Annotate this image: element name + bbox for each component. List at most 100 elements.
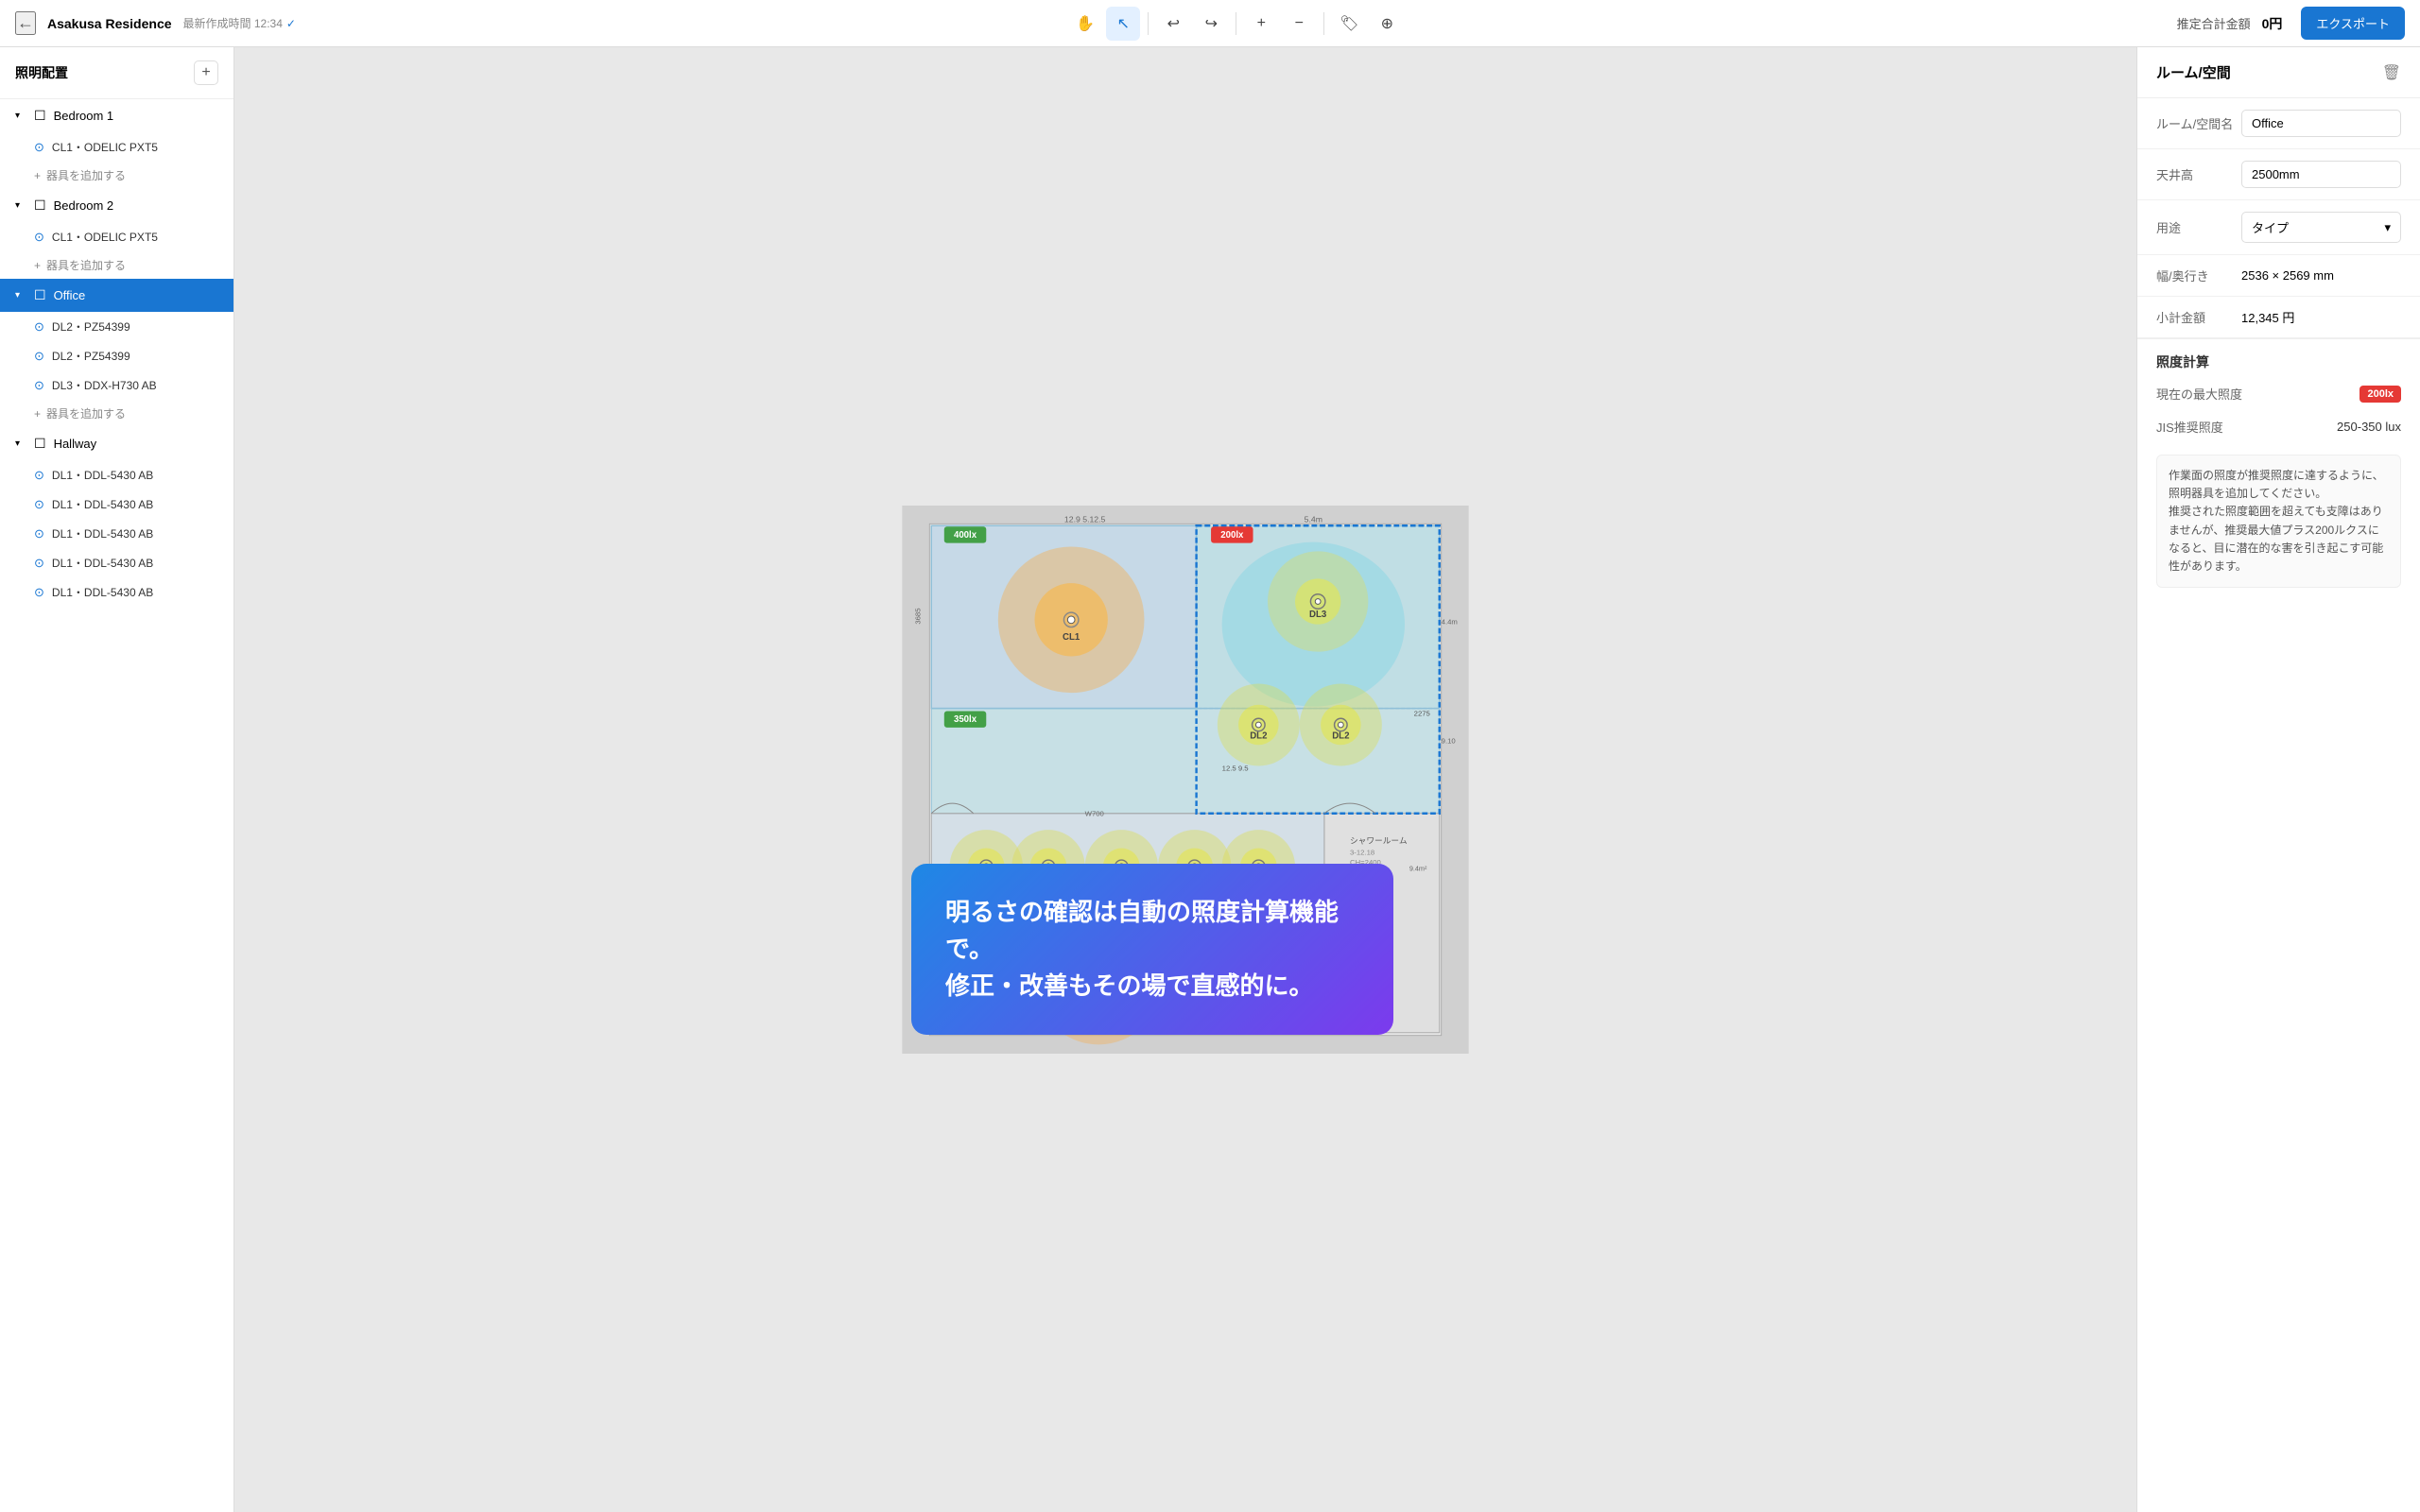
room-name-row: ルーム/空間名: [2137, 98, 2420, 149]
room-name-label: ルーム/空間名: [2156, 114, 2241, 132]
usage-label: 用途: [2156, 218, 2241, 236]
fixture-dl1-1[interactable]: ⊙ DL1・DDL-5430 AB: [0, 460, 233, 490]
fixture-cl1-bedroom1[interactable]: ⊙ CL1・ODELIC PXT5: [0, 132, 233, 162]
project-title: Asakusa Residence: [47, 16, 172, 31]
fixture-dl1-4[interactable]: ⊙ DL1・DDL-5430 AB: [0, 548, 233, 577]
sidebar-item-hallway[interactable]: ▾ ☐ Hallway: [0, 427, 233, 460]
usage-value[interactable]: タイプ ▾: [2241, 212, 2401, 243]
back-button[interactable]: ←: [15, 11, 36, 35]
fixture-dl2-1[interactable]: ⊙ DL2・PZ54399: [0, 312, 233, 341]
add-room-button[interactable]: +: [194, 60, 218, 85]
add-fixture-bedroom2[interactable]: + 器具を追加する: [0, 251, 233, 279]
zoom-in-button[interactable]: +: [1244, 7, 1278, 41]
fixture-dl3[interactable]: ⊙ DL3・DDX-H730 AB: [0, 370, 233, 400]
current-max-row: 現在の最大照度 200lx: [2137, 377, 2420, 410]
sidebar-list: ▾ ☐ Bedroom 1 ⊙ CL1・ODELIC PXT5 + 器具を追加す…: [0, 99, 233, 1512]
floorplan-container: CL1 DL3 DL2 DL2: [892, 506, 1478, 1054]
svg-text:400lx: 400lx: [954, 530, 977, 541]
target-button[interactable]: ⊕: [1370, 7, 1404, 41]
svg-text:5.4m: 5.4m: [1305, 514, 1322, 524]
cursor-tool-button[interactable]: ↖: [1106, 7, 1140, 41]
total-label: 推定合計金額: [2177, 14, 2251, 32]
right-panel-header: ルーム/空間 🗑: [2137, 47, 2420, 98]
usage-select[interactable]: タイプ ▾: [2241, 212, 2401, 243]
fixture-icon: ⊙: [34, 319, 44, 335]
banner-text: 明るさの確認は自動の照度計算機能で。修正・改善もその場で直感的に。: [945, 894, 1359, 1005]
subtotal-label: 小計金額: [2156, 308, 2241, 326]
canvas-area[interactable]: CL1 DL3 DL2 DL2: [234, 47, 2136, 1512]
svg-text:12.9 5.12.5: 12.9 5.12.5: [1064, 514, 1106, 524]
right-panel: ルーム/空間 🗑 ルーム/空間名 天井高 用途 タイプ ▾: [2136, 47, 2420, 1512]
subtotal-row: 小計金額 12,345 円: [2137, 297, 2420, 338]
dimensions-row: 幅/奥行き 2536 × 2569 mm: [2137, 255, 2420, 297]
svg-text:シャワールーム: シャワールーム: [1350, 836, 1408, 846]
fixture-dl1-5[interactable]: ⊙ DL1・DDL-5430 AB: [0, 577, 233, 607]
bottom-banner: 明るさの確認は自動の照度計算機能で。修正・改善もその場で直感的に。: [911, 864, 1393, 1035]
checkbox-icon: ☐: [34, 287, 46, 303]
sidebar-header: 照明配置 +: [0, 47, 233, 99]
main-layout: 照明配置 + ▾ ☐ Bedroom 1 ⊙ CL1・ODELIC PXT5 +…: [0, 47, 2420, 1512]
svg-text:W700: W700: [1085, 810, 1104, 818]
svg-text:12.5 9.5: 12.5 9.5: [1222, 764, 1249, 772]
plus-icon: +: [34, 407, 41, 421]
fixture-cl1-bedroom2[interactable]: ⊙ CL1・ODELIC PXT5: [0, 222, 233, 251]
fixture-dl2-2[interactable]: ⊙ DL2・PZ54399: [0, 341, 233, 370]
zoom-out-button[interactable]: −: [1282, 7, 1316, 41]
undo-button[interactable]: ↩: [1156, 7, 1190, 41]
sidebar-item-bedroom1[interactable]: ▾ ☐ Bedroom 1: [0, 99, 233, 132]
fixture-dl1-3[interactable]: ⊙ DL1・DDL-5430 AB: [0, 519, 233, 548]
jis-label: JIS推奨照度: [2156, 418, 2337, 436]
usage-row: 用途 タイプ ▾: [2137, 200, 2420, 255]
chevron-down-icon: ▾: [15, 438, 26, 449]
dimensions-value: 2536 × 2569 mm: [2241, 268, 2401, 283]
svg-text:DL3: DL3: [1309, 610, 1327, 620]
svg-text:CL1: CL1: [1063, 632, 1080, 643]
fixture-icon: ⊙: [34, 140, 44, 155]
redo-button[interactable]: ↪: [1194, 7, 1228, 41]
svg-text:350lx: 350lx: [954, 714, 977, 725]
add-fixture-office[interactable]: + 器具を追加する: [0, 400, 233, 427]
room-name-value[interactable]: [2241, 110, 2401, 137]
jis-row: JIS推奨照度 250-350 lux: [2137, 410, 2420, 443]
svg-text:200lx: 200lx: [1220, 530, 1244, 541]
chevron-down-icon: ▾: [15, 290, 26, 301]
delete-button[interactable]: 🗑: [2382, 63, 2401, 82]
room-name-input[interactable]: [2241, 110, 2401, 137]
dimensions-label: 幅/奥行き: [2156, 266, 2241, 284]
svg-text:9.10: 9.10: [1442, 736, 1456, 745]
tag-button[interactable]: 🏷: [1332, 7, 1366, 41]
room-label: Bedroom 1: [54, 109, 114, 123]
fixture-icon: ⊙: [34, 349, 44, 364]
ceiling-height-input[interactable]: [2241, 161, 2401, 188]
warning-box: 作業面の照度が推奨照度に達するように、照明器具を追加してください。推奨された照度…: [2156, 455, 2401, 588]
plus-icon: +: [34, 259, 41, 272]
sidebar-item-office[interactable]: ▾ ☐ Office: [0, 279, 233, 312]
room-label: Office: [54, 288, 86, 302]
current-max-label: 現在の最大照度: [2156, 385, 2360, 403]
fixture-icon: ⊙: [34, 230, 44, 245]
fixture-icon: ⊙: [34, 497, 44, 512]
panel-title: ルーム/空間: [2156, 62, 2231, 82]
sidebar: 照明配置 + ▾ ☐ Bedroom 1 ⊙ CL1・ODELIC PXT5 +…: [0, 47, 234, 1512]
add-fixture-bedroom1[interactable]: + 器具を追加する: [0, 162, 233, 189]
topbar: ← Asakusa Residence 最新作成時間 12:34 ✓ ✋ ↖ ↩…: [0, 0, 2420, 47]
fixture-icon: ⊙: [34, 468, 44, 483]
total-value: 0円: [2262, 14, 2283, 33]
fixture-icon: ⊙: [34, 526, 44, 541]
export-button[interactable]: エクスポート: [2301, 7, 2405, 40]
fixture-icon: ⊙: [34, 556, 44, 571]
subtitle: 最新作成時間 12:34 ✓: [183, 15, 296, 31]
checkbox-icon: ☐: [34, 108, 46, 124]
hand-tool-button[interactable]: ✋: [1068, 7, 1102, 41]
sidebar-item-bedroom2[interactable]: ▾ ☐ Bedroom 2: [0, 189, 233, 222]
fixture-icon: ⊙: [34, 585, 44, 600]
warning-text: 作業面の照度が推奨照度に達するように、照明器具を追加してください。推奨された照度…: [2169, 469, 2384, 573]
fixture-dl1-2[interactable]: ⊙ DL1・DDL-5430 AB: [0, 490, 233, 519]
sidebar-title: 照明配置: [15, 63, 68, 82]
ceiling-height-row: 天井高: [2137, 149, 2420, 200]
plus-icon: +: [34, 169, 41, 182]
svg-text:DL2: DL2: [1250, 731, 1267, 742]
svg-text:3685: 3685: [914, 608, 923, 624]
ceiling-height-value[interactable]: [2241, 161, 2401, 188]
chevron-down-icon: ▾: [15, 200, 26, 211]
